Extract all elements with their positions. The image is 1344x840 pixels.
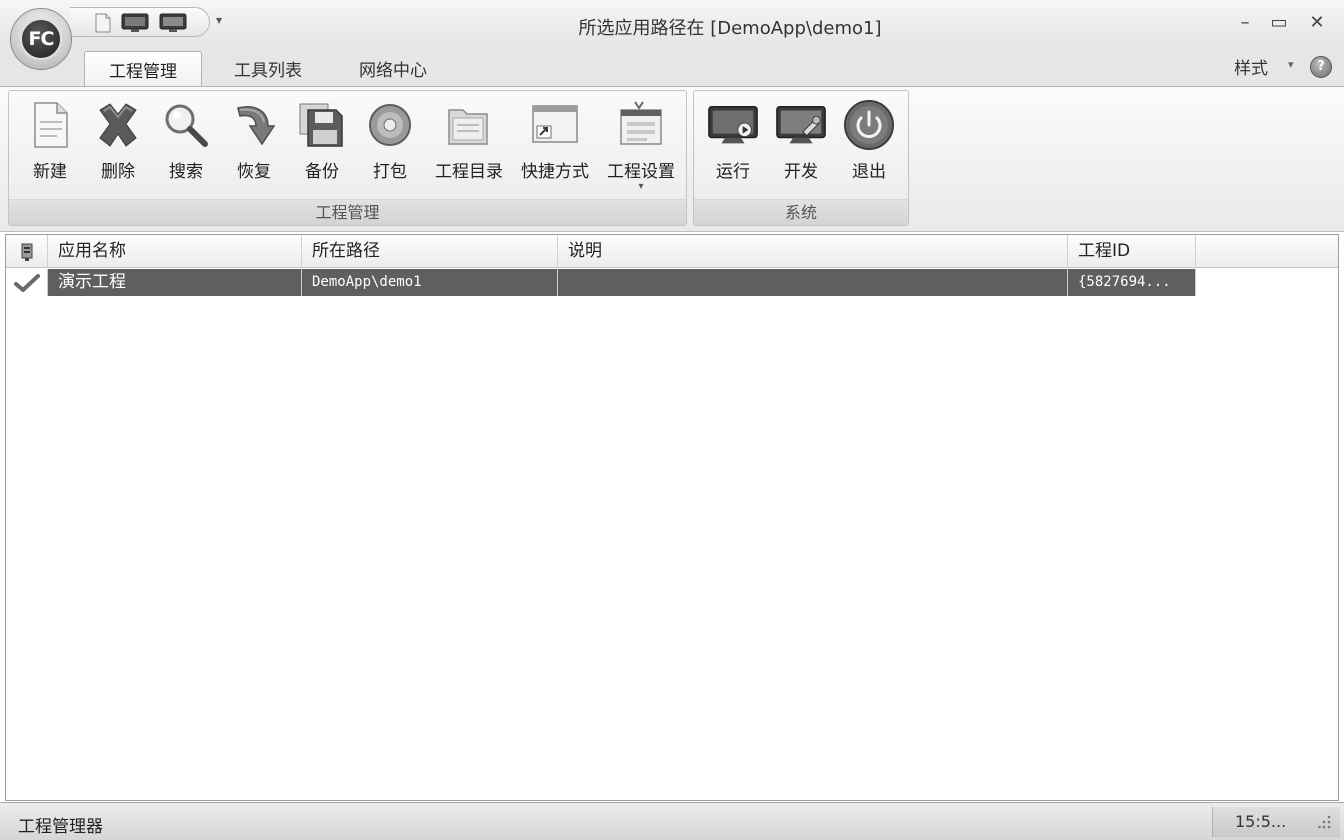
project-settings-button[interactable]: 工程设置 ▾ <box>599 99 683 193</box>
shortcut-button[interactable]: 快捷方式 <box>513 99 597 193</box>
column-header-path[interactable]: 所在路径 <box>302 235 558 268</box>
checkmark-icon <box>6 269 48 296</box>
resize-grip-icon[interactable] <box>1318 813 1332 829</box>
close-button[interactable]: ✕ <box>1302 10 1332 36</box>
ribbon-group-project-management: 新建 删除 搜索 恢复 备份 打包 工程目录 快捷方式 工程设置 ▾ 工程管理 <box>8 90 687 226</box>
power-icon <box>842 99 896 151</box>
title-bar: FC ▾ 所选应用路径在 [DemoApp\demo1] – ▭ ✕ <box>0 0 1344 70</box>
group-label-system: 系统 <box>694 199 908 225</box>
maximize-button[interactable]: ▭ <box>1264 10 1294 36</box>
exit-button[interactable]: 退出 <box>836 99 902 193</box>
restore-button[interactable]: 恢复 <box>221 99 287 193</box>
project-directory-button[interactable]: 工程目录 <box>427 99 511 193</box>
tab-project-management[interactable]: 工程管理 <box>84 51 202 86</box>
quick-develop-monitor-icon[interactable] <box>158 12 187 34</box>
fc-logo: FC <box>20 18 62 60</box>
folder-directory-icon <box>442 99 496 151</box>
delete-label: 删除 <box>101 162 135 182</box>
style-menu-button[interactable]: 样式 <box>1234 54 1268 79</box>
customize-toolbar-dropdown-icon[interactable]: ▾ <box>216 14 222 26</box>
package-button[interactable]: 打包 <box>357 99 423 193</box>
settings-window-icon <box>614 99 668 151</box>
ribbon-group-system: 运行 开发 退出 系统 <box>693 90 909 226</box>
new-button[interactable]: 新建 <box>17 99 83 193</box>
cell-project-id: {5827694... <box>1068 269 1196 296</box>
backup-button[interactable]: 备份 <box>289 99 355 193</box>
status-column-icon <box>6 235 48 268</box>
run-button[interactable]: 运行 <box>700 99 766 193</box>
style-dropdown-icon[interactable]: ▾ <box>1288 58 1294 71</box>
cell-description <box>558 269 1068 296</box>
column-header-description[interactable]: 说明 <box>558 235 1068 268</box>
column-header-app-name[interactable]: 应用名称 <box>48 235 302 268</box>
tab-tool-list[interactable]: 工具列表 <box>212 51 324 86</box>
exit-label: 退出 <box>852 162 886 182</box>
ribbon-tab-bar: 工程管理 工具列表 网络中心 样式 ▾ ? <box>0 48 1344 86</box>
help-icon[interactable]: ? <box>1310 56 1332 78</box>
search-label: 搜索 <box>169 162 203 182</box>
run-label: 运行 <box>716 162 750 182</box>
tab-network-center[interactable]: 网络中心 <box>336 51 450 86</box>
ribbon-panel: 新建 删除 搜索 恢复 备份 打包 工程目录 快捷方式 工程设置 ▾ 工程管理 … <box>0 86 1344 232</box>
table-header: 应用名称 所在路径 说明 工程ID <box>6 235 1338 268</box>
develop-label: 开发 <box>784 162 818 182</box>
project-directory-label: 工程目录 <box>435 162 503 182</box>
floppy-disk-icon <box>295 99 349 151</box>
search-button[interactable]: 搜索 <box>153 99 219 193</box>
backup-label: 备份 <box>305 162 339 182</box>
new-document-icon <box>23 99 77 151</box>
new-label: 新建 <box>33 162 67 182</box>
minimize-button[interactable]: – <box>1230 10 1260 36</box>
develop-button[interactable]: 开发 <box>768 99 834 193</box>
chevron-down-icon[interactable]: ▾ <box>638 182 643 192</box>
shortcut-window-icon <box>528 99 582 151</box>
magnifier-icon <box>159 99 213 151</box>
disc-package-icon <box>363 99 417 151</box>
restore-arrow-icon <box>227 99 281 151</box>
restore-label: 恢复 <box>237 162 271 182</box>
project-list-table: 应用名称 所在路径 说明 工程ID 演示工程 DemoApp\demo1 {58… <box>5 234 1339 801</box>
develop-monitor-icon <box>774 99 828 151</box>
project-settings-label: 工程设置 <box>607 162 675 182</box>
quick-new-document-icon[interactable] <box>90 12 116 34</box>
table-row[interactable]: 演示工程 DemoApp\demo1 {5827694... <box>6 269 1196 296</box>
quick-access-toolbar <box>70 7 210 37</box>
column-header-project-id[interactable]: 工程ID <box>1068 235 1196 268</box>
status-text: 工程管理器 <box>18 817 103 837</box>
cell-path: DemoApp\demo1 <box>302 269 558 296</box>
status-bar: 工程管理器 15:5... <box>0 802 1344 840</box>
window-title: 所选应用路径在 [DemoApp\demo1] <box>578 18 882 39</box>
shortcut-label: 快捷方式 <box>521 162 589 182</box>
delete-x-icon <box>91 99 145 151</box>
group-label-project-management: 工程管理 <box>9 199 686 225</box>
delete-button[interactable]: 删除 <box>85 99 151 193</box>
quick-run-monitor-icon[interactable] <box>120 12 149 34</box>
cell-app-name: 演示工程 <box>48 269 302 296</box>
run-monitor-icon <box>706 99 760 151</box>
package-label: 打包 <box>373 162 407 182</box>
application-menu-button[interactable]: FC <box>10 8 72 70</box>
